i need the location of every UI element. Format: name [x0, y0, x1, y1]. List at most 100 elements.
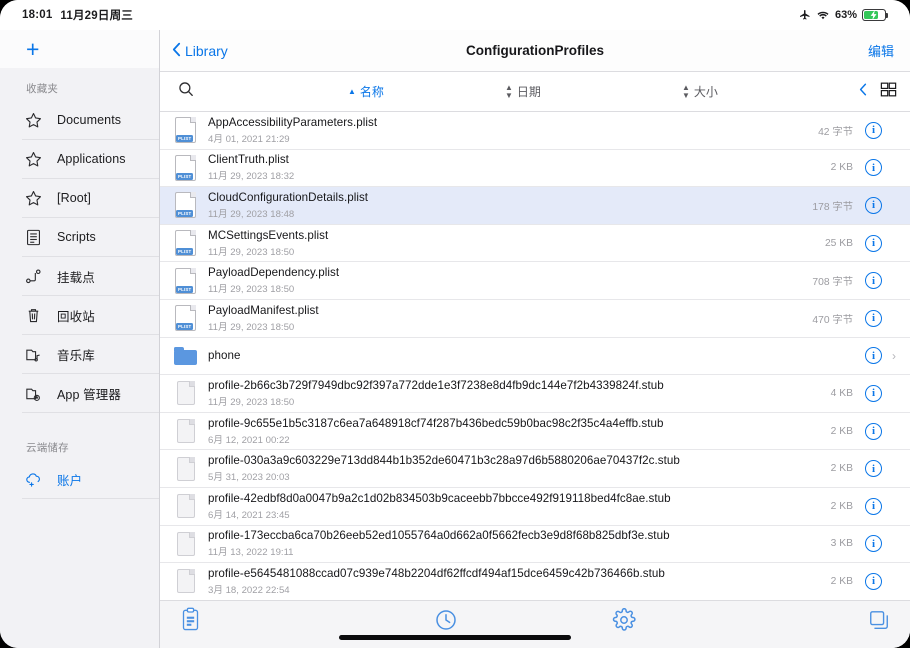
- info-icon[interactable]: i: [865, 310, 882, 327]
- main-content: Library ConfigurationProfiles 编辑 ▲ 名称: [160, 30, 910, 648]
- file-size: 2 KB: [831, 162, 853, 173]
- sidebar-item-label: [Root]: [57, 191, 91, 205]
- info-icon[interactable]: i: [865, 573, 882, 590]
- trash-icon: [22, 304, 44, 326]
- file-name: profile-173eccba6ca70b26eeb52ed1055764a0…: [208, 529, 831, 542]
- file-size: 2 KB: [831, 426, 853, 437]
- tab-clipboard[interactable]: [160, 607, 358, 637]
- sort-arrows-icon: ▲▼: [682, 84, 690, 100]
- info-icon[interactable]: i: [865, 385, 882, 402]
- file-icon-wrap: PLIST: [174, 267, 197, 295]
- sidebar-item-label: Scripts: [57, 230, 96, 244]
- sidebar-item-trash[interactable]: 回收站: [0, 296, 159, 334]
- sort-column-label: 日期: [517, 83, 541, 100]
- status-date: 11月29日周三: [60, 7, 133, 23]
- grid-view-icon[interactable]: [879, 80, 898, 104]
- sidebar-section-favorites-title: 收藏夹: [0, 68, 159, 101]
- script-icon: [22, 226, 44, 248]
- document-icon: [177, 381, 195, 405]
- table-row[interactable]: PLISTClientTruth.plist11月 29, 2023 18:32…: [160, 150, 910, 188]
- file-icon-wrap: PLIST: [174, 229, 197, 257]
- sort-arrows-icon: ▲▼: [505, 84, 513, 100]
- info-icon[interactable]: i: [865, 460, 882, 477]
- sidebar-item-root[interactable]: [Root]: [0, 179, 159, 217]
- sort-column-name[interactable]: ▲ 名称: [348, 83, 384, 100]
- table-row[interactable]: PLISTPayloadManifest.plist11月 29, 2023 1…: [160, 300, 910, 338]
- wifi-icon: [816, 10, 830, 21]
- chevron-right-icon[interactable]: ›: [888, 349, 900, 363]
- sidebar-item-music-library[interactable]: 音乐库: [0, 335, 159, 373]
- file-size: 708 字节: [812, 273, 853, 288]
- file-name: PayloadManifest.plist: [208, 304, 812, 317]
- file-date: 11月 13, 2022 19:11: [208, 544, 831, 558]
- file-icon-wrap: [174, 530, 197, 558]
- info-icon[interactable]: i: [865, 423, 882, 440]
- back-button[interactable]: Library: [172, 42, 228, 60]
- table-row[interactable]: profile-173eccba6ca70b26eeb52ed1055764a0…: [160, 526, 910, 564]
- tab-windows[interactable]: [713, 607, 910, 637]
- file-size: 470 字节: [812, 311, 853, 326]
- file-name: MCSettingsEvents.plist: [208, 229, 825, 242]
- sort-column-date[interactable]: ▲▼ 日期: [505, 83, 541, 100]
- file-list[interactable]: PLISTAppAccessibilityParameters.plist4月 …: [160, 112, 910, 600]
- file-text: PayloadManifest.plist11月 29, 2023 18:50: [208, 304, 812, 333]
- clock-icon: [434, 608, 458, 637]
- file-name: phone: [208, 349, 853, 362]
- table-row[interactable]: profile-42edbf8d0a0047b9a2c1d02b834503b9…: [160, 488, 910, 526]
- chevron-left-icon[interactable]: [859, 83, 867, 101]
- sidebar-item-label: 挂载点: [57, 267, 95, 286]
- file-date: 4月 01, 2021 21:29: [208, 131, 818, 145]
- table-row[interactable]: PLISTAppAccessibilityParameters.plist4月 …: [160, 112, 910, 150]
- sidebar-header: +: [0, 30, 159, 68]
- sidebar-item-documents[interactable]: Documents: [0, 101, 159, 139]
- table-row[interactable]: profile-e5645481088ccad07c939e748b2204df…: [160, 563, 910, 600]
- file-date: 11月 29, 2023 18:50: [208, 281, 812, 295]
- table-row[interactable]: profile-9c655e1b5c3187c6ea7a648918cf74f2…: [160, 413, 910, 451]
- info-icon[interactable]: i: [865, 197, 882, 214]
- folder-icon: [174, 347, 197, 365]
- status-bar-left: 18:01 11月29日周三: [22, 7, 133, 23]
- sidebar-item-applications[interactable]: Applications: [0, 140, 159, 178]
- sidebar-item-account[interactable]: 账户: [0, 460, 159, 498]
- tab-recents[interactable]: [358, 607, 536, 637]
- sort-column-size[interactable]: ▲▼ 大小: [682, 83, 718, 100]
- plist-file-icon: PLIST: [175, 230, 196, 256]
- table-row[interactable]: PLIST MCSettingsEvents.plist11月 29, 2023 …: [160, 225, 910, 263]
- file-text: phone: [208, 349, 853, 362]
- status-bar-right: 63%: [799, 9, 886, 21]
- table-row[interactable]: PLISTCloudConfigurationDetails.plist11月 …: [160, 187, 910, 225]
- sort-column-label: 名称: [360, 83, 384, 100]
- search-input[interactable]: [174, 80, 198, 104]
- table-row[interactable]: PLISTPayloadDependency.plist11月 29, 2023…: [160, 262, 910, 300]
- file-date: 6月 14, 2021 23:45: [208, 507, 831, 521]
- edit-button[interactable]: 编辑: [868, 41, 894, 60]
- add-button[interactable]: +: [26, 38, 39, 61]
- info-icon[interactable]: i: [865, 535, 882, 552]
- sidebar-item-scripts[interactable]: Scripts: [0, 218, 159, 256]
- status-bar: 18:01 11月29日周三 63%: [0, 0, 910, 30]
- sidebar: + 收藏夹 Documents Applications: [0, 30, 160, 648]
- info-icon[interactable]: i: [865, 159, 882, 176]
- navigation-bar: Library ConfigurationProfiles 编辑: [160, 30, 910, 72]
- file-text: MCSettingsEvents.plist11月 29, 2023 18:50: [208, 229, 825, 258]
- sidebar-item-mount-points[interactable]: 挂载点: [0, 257, 159, 295]
- table-row[interactable]: profile-030a3a9c603229e713dd844b1b352de6…: [160, 450, 910, 488]
- file-date: 3月 18, 2022 22:54: [208, 582, 831, 596]
- file-size: 2 KB: [831, 576, 853, 587]
- sidebar-item-label: App 管理器: [57, 384, 121, 403]
- mount-point-icon: [22, 265, 44, 287]
- table-row[interactable]: profile-2b66c3b729f7949dbc92f397a772dde1…: [160, 375, 910, 413]
- bottom-tab-bar: [160, 600, 910, 648]
- info-icon[interactable]: i: [865, 347, 882, 364]
- info-icon[interactable]: i: [865, 498, 882, 515]
- table-row[interactable]: phonei ›: [160, 338, 910, 376]
- file-size: 25 KB: [825, 238, 853, 249]
- file-icon-wrap: PLIST: [174, 116, 197, 144]
- info-icon[interactable]: i: [865, 235, 882, 252]
- info-icon[interactable]: i: [865, 272, 882, 289]
- info-icon[interactable]: i: [865, 122, 882, 139]
- sidebar-item-app-manager[interactable]: App 管理器: [0, 374, 159, 412]
- sort-toolbar: ▲ 名称 ▲▼ 日期 ▲▼ 大小: [160, 72, 910, 112]
- battery-charging-icon: [862, 9, 886, 21]
- tab-settings[interactable]: [535, 607, 713, 637]
